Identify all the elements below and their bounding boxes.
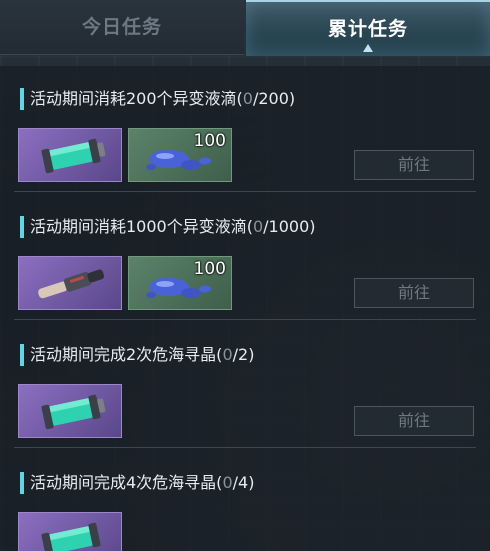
tab-cumulative-label: 累计任务 [327,18,408,40]
task-title: 活动期间完成2次危海寻晶(0/2) [20,344,254,366]
go-button[interactable]: 前往 [354,406,474,436]
task-description: 活动期间消耗1000个异变液滴( [30,217,253,236]
go-button[interactable]: 前往 [354,278,474,308]
reward-item-droplets[interactable]: 100 [128,128,232,182]
task-item: 活动期间消耗1000个异变液滴(0/1000) 100 前往 [0,194,490,320]
task-progress-current: 0 [222,345,233,364]
task-progress-current: 0 [242,89,253,108]
reward-item-canister[interactable] [18,384,122,438]
green-canister-icon [41,522,101,551]
tab-daily-tasks[interactable]: 今日任务 [0,0,244,55]
task-item: 活动期间消耗200个异变液滴(0/200) 100 前往 [0,66,490,192]
bone-handle-tool-icon [38,269,105,299]
task-title: 活动期间消耗1000个异变液滴(0/1000) [20,216,316,238]
task-progress-current: 0 [252,217,264,236]
reward-item-tool[interactable] [18,256,122,310]
green-canister-icon [41,138,106,174]
reward-item-canister[interactable] [18,512,122,551]
active-tab-caret-icon [363,44,373,52]
tab-cumulative-tasks[interactable]: 累计任务 [246,0,490,56]
divider [14,447,476,448]
reward-item-canister[interactable] [18,128,122,182]
task-item: 活动期间完成4次危海寻晶(0/4) [0,450,490,551]
task-progress-total: /200) [252,89,296,108]
task-description: 活动期间完成4次危海寻晶( [30,473,223,492]
divider [14,191,476,192]
task-description: 活动期间消耗200个异变液滴( [30,89,243,108]
reward-quantity: 100 [193,259,226,279]
task-title: 活动期间完成4次危海寻晶(0/4) [20,472,254,494]
task-progress-total: /2) [232,345,255,364]
reward-quantity: 100 [193,131,226,151]
tab-bar: 今日任务 累计任务 [0,0,490,56]
divider [14,319,476,320]
task-progress-current: 0 [222,473,233,492]
task-item: 活动期间完成2次危海寻晶(0/2) 前往 [0,322,490,448]
task-list[interactable]: 活动期间消耗200个异变液滴(0/200) 100 前往 活动期间消耗1000个… [0,66,490,551]
green-canister-icon [41,394,106,430]
go-button[interactable]: 前往 [354,150,474,180]
task-progress-total: /4) [232,473,255,492]
task-title: 活动期间消耗200个异变液滴(0/200) [20,88,295,110]
task-description: 活动期间完成2次危海寻晶( [30,345,223,364]
task-progress-total: /1000) [263,217,316,236]
reward-item-droplets[interactable]: 100 [128,256,232,310]
